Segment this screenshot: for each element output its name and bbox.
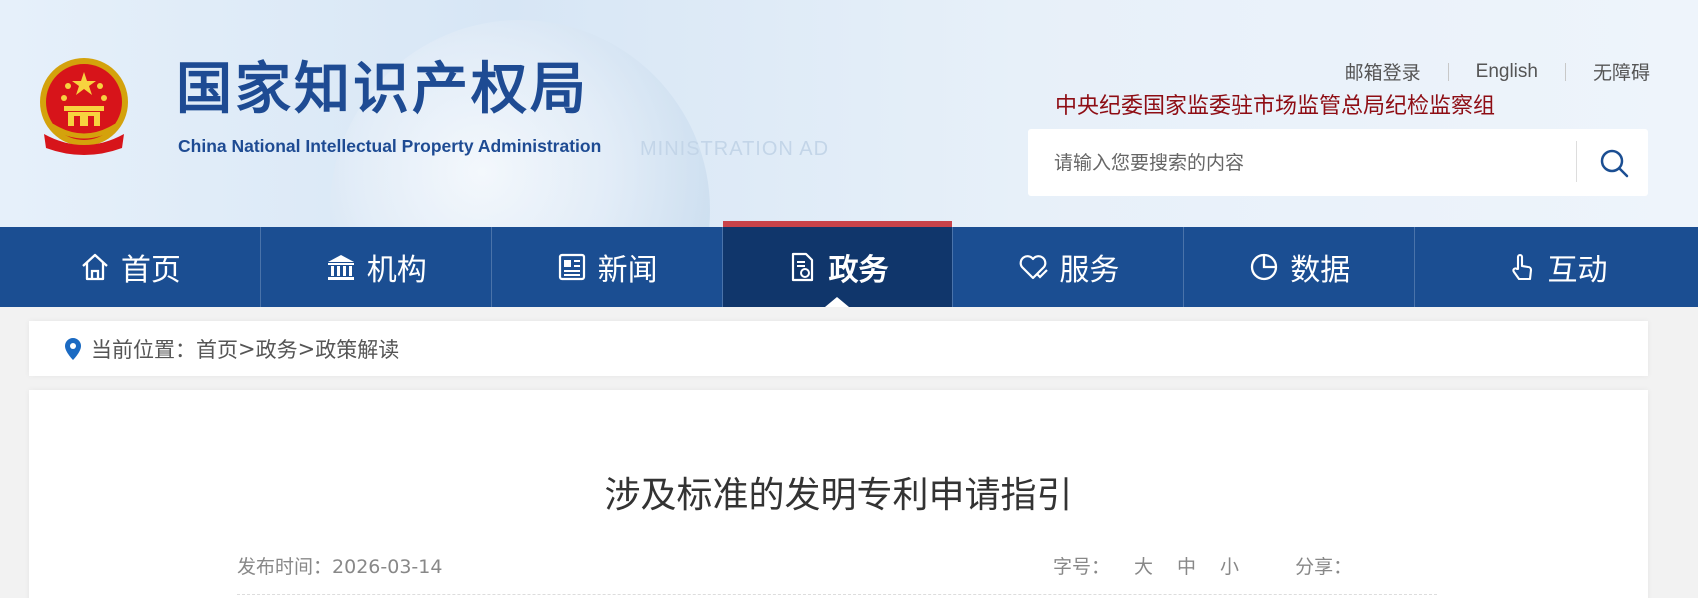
top-utility-links: 邮箱登录 English 无障碍 <box>1345 58 1650 85</box>
home-icon <box>79 251 111 283</box>
english-link[interactable]: English <box>1476 61 1538 83</box>
hand-pointer-icon <box>1506 251 1538 283</box>
nav-item-label: 数据 <box>1290 253 1351 288</box>
article-container: 涉及标准的发明专利申请指引 发布时间：2026-03-14 字号： 大 中 小 … <box>29 390 1648 598</box>
search-input[interactable] <box>1054 147 1574 179</box>
link-divider <box>1447 62 1449 81</box>
font-size-label: 字号： <box>1053 556 1111 578</box>
publish-date-label: 发布时间： <box>237 556 333 578</box>
article-tools: 字号： 大 中 小 分享： <box>1053 552 1352 579</box>
nav-item-label: 机构 <box>366 253 427 288</box>
background-watermark-text: MINISTRATION AD <box>640 138 830 160</box>
site-logo-english[interactable]: China National Intellectual Property Adm… <box>178 136 601 157</box>
accessibility-link[interactable]: 无障碍 <box>1593 58 1650 85</box>
breadcrumb: 当前位置： 首页 > 政务 > 政策解读 <box>29 321 1648 376</box>
government-doc-icon <box>786 251 818 283</box>
search-box <box>1028 129 1648 196</box>
site-logo-chinese[interactable]: 国家知识产权局 <box>176 62 589 118</box>
nav-item-institution[interactable]: 机构 <box>261 227 492 307</box>
nav-item-label: 新闻 <box>597 253 658 288</box>
nav-item-label: 互动 <box>1547 253 1608 288</box>
search-icon <box>1600 149 1629 178</box>
article-title: 涉及标准的发明专利申请指引 <box>604 475 1073 516</box>
search-button[interactable] <box>1592 141 1636 185</box>
breadcrumb-government-link[interactable]: 政务 <box>256 334 298 364</box>
breadcrumb-separator: > <box>238 336 256 361</box>
pie-chart-icon <box>1248 251 1280 283</box>
nav-item-interaction[interactable]: 互动 <box>1415 227 1698 307</box>
breadcrumb-separator: > <box>297 336 316 361</box>
breadcrumb-prefix: 当前位置： <box>91 337 196 362</box>
main-navigation: 首页 机构 新闻 政务 服务 数据 互动 <box>0 221 1698 307</box>
nav-item-label: 首页 <box>120 253 181 288</box>
publish-date: 发布时间：2026-03-14 <box>237 552 442 579</box>
link-divider <box>1564 62 1566 81</box>
nav-item-data[interactable]: 数据 <box>1184 227 1416 307</box>
discipline-inspection-link[interactable]: 中央纪委国家监委驻市场监管总局纪检监察组 <box>1055 88 1495 120</box>
globe-background <box>330 20 710 227</box>
institution-icon <box>325 251 357 283</box>
breadcrumb-home-link[interactable]: 首页 <box>196 334 238 364</box>
breadcrumb-policy-link[interactable]: 政策解读 <box>315 334 399 364</box>
nav-item-home[interactable]: 首页 <box>0 227 261 307</box>
nav-item-news[interactable]: 新闻 <box>492 227 723 307</box>
location-pin-icon <box>63 337 83 361</box>
service-heart-icon <box>1017 251 1049 283</box>
publish-date-value: 2026-03-14 <box>332 556 443 578</box>
nav-item-label: 服务 <box>1059 253 1120 288</box>
national-emblem-icon <box>34 56 134 160</box>
meta-divider <box>237 594 1437 595</box>
share-label: 分享： <box>1295 556 1353 578</box>
search-divider <box>1576 141 1577 182</box>
nav-item-service[interactable]: 服务 <box>953 227 1185 307</box>
news-icon <box>556 251 588 283</box>
nav-item-label: 政务 <box>828 253 889 288</box>
mail-login-link[interactable]: 邮箱登录 <box>1345 58 1421 85</box>
nav-item-government[interactable]: 政务 <box>722 221 954 307</box>
font-size-medium-button[interactable]: 中 <box>1177 552 1196 579</box>
font-size-large-button[interactable]: 大 <box>1134 552 1153 579</box>
font-size-small-button[interactable]: 小 <box>1220 552 1239 579</box>
site-header: MINISTRATION AD 国家知识产权局 China National I… <box>0 0 1698 227</box>
